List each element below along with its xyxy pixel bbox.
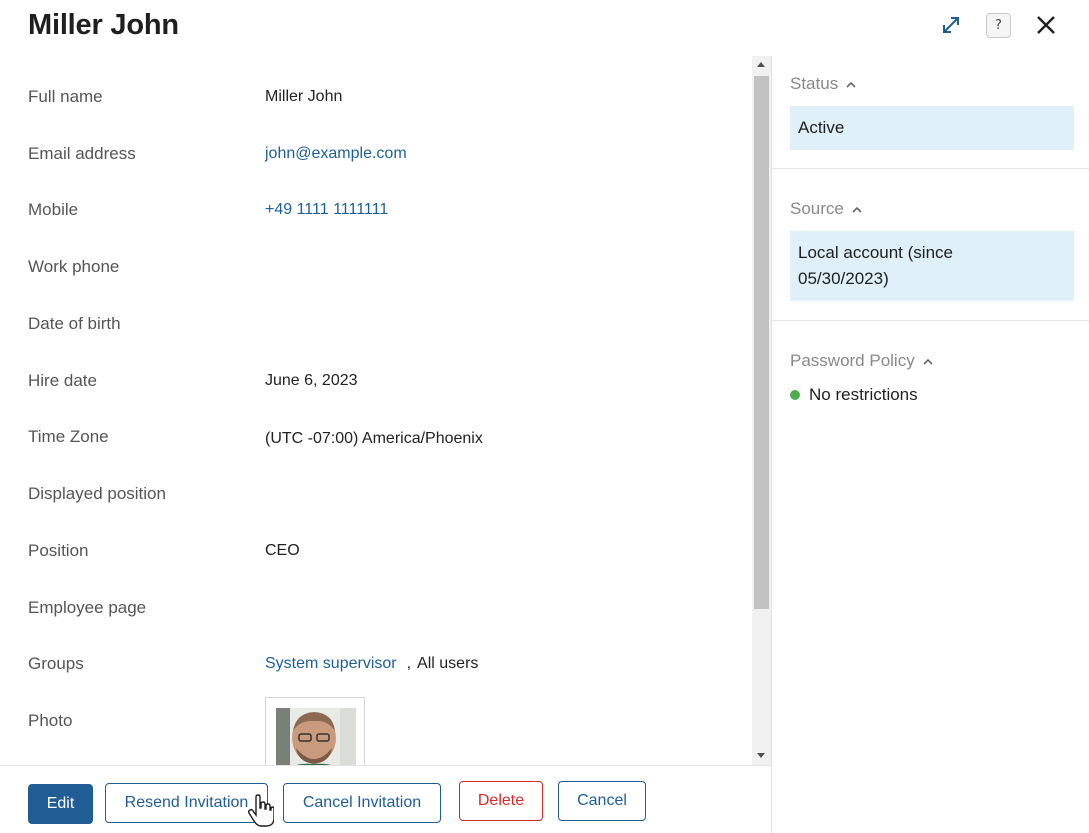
field-label: Employee page [28, 598, 147, 617]
hand-cursor-icon [248, 794, 274, 827]
field-row-time-zone: Time Zone (UTC -07:00) America/Phoenix [28, 425, 728, 453]
field-value-position: CEO [265, 542, 300, 559]
field-row-full-name: Full name Miller John [28, 83, 728, 111]
page-title: Miller John [28, 9, 179, 41]
field-value-hire-date: June 6, 2023 [265, 372, 358, 389]
chevron-up-icon [923, 358, 933, 365]
avatar [276, 708, 356, 766]
status-toggle[interactable]: Status [790, 74, 1074, 94]
field-label: Date of birth [28, 314, 121, 333]
group-all-users: All users [417, 655, 479, 672]
field-row-mobile: Mobile +49 1111 1111111 [28, 196, 728, 224]
mobile-link[interactable]: +49 1111 1111111 [265, 201, 388, 219]
edit-button[interactable]: Edit [28, 784, 93, 824]
field-row-email: Email address john@example.com [28, 140, 728, 168]
password-policy-section: Password Policy No restrictions [790, 351, 1074, 405]
field-row-displayed-position: Displayed position [28, 480, 728, 508]
field-row-hire-date: Hire date June 6, 2023 [28, 367, 728, 395]
expand-icon[interactable] [938, 12, 964, 38]
field-label: Email address [28, 144, 136, 163]
field-label: Full name [28, 87, 103, 106]
scroll-thumb[interactable] [754, 76, 769, 609]
header-actions: ? [938, 12, 1059, 38]
field-value-full-name: Miller John [265, 88, 343, 105]
field-row-work-phone: Work phone [28, 253, 728, 281]
field-row-position: Position CEO [28, 537, 728, 565]
field-label: Time Zone [28, 427, 109, 446]
source-toggle[interactable]: Source [790, 199, 1074, 219]
status-dot-icon [790, 390, 800, 400]
profile-form: Full name Miller John Email address john… [0, 56, 752, 766]
field-label: Work phone [28, 257, 120, 276]
footer-divider [0, 765, 771, 766]
resend-invitation-button[interactable]: Resend Invitation [105, 783, 268, 823]
chevron-up-icon [846, 81, 856, 88]
source-value-box: Local account (since 05/30/2023) [790, 231, 1074, 301]
cancel-invitation-button[interactable]: Cancel Invitation [283, 783, 441, 823]
source-section: Source Local account (since 05/30/2023) [790, 199, 1074, 301]
field-row-photo: Photo [28, 707, 728, 735]
chevron-up-icon [852, 206, 862, 213]
email-link[interactable]: john@example.com [265, 145, 407, 163]
profile-photo[interactable] [265, 697, 365, 766]
group-link-system-supervisor[interactable]: System supervisor [265, 655, 397, 673]
field-row-groups: Groups System supervisor , All users [28, 650, 728, 678]
field-label: Displayed position [28, 484, 166, 503]
help-glyph: ? [995, 17, 1002, 33]
scrollbar[interactable] [752, 56, 771, 766]
group-separator: , [406, 655, 412, 672]
field-label: Hire date [28, 371, 97, 390]
field-row-employee-page: Employee page [28, 594, 728, 622]
field-label: Mobile [28, 200, 79, 219]
scroll-down-arrow-icon[interactable] [757, 753, 765, 758]
field-row-date-of-birth: Date of birth [28, 310, 728, 338]
sidebar-divider [771, 56, 772, 833]
password-policy-heading: Password Policy [790, 351, 915, 370]
close-icon[interactable] [1033, 12, 1059, 38]
status-section: Status Active [790, 74, 1074, 150]
source-heading: Source [790, 199, 844, 218]
status-value: Active [798, 118, 845, 137]
status-heading: Status [790, 74, 839, 93]
cancel-button[interactable]: Cancel [558, 781, 646, 821]
section-divider [772, 168, 1089, 169]
source-value: Local account (since 05/30/2023) [798, 243, 953, 288]
field-value-time-zone: (UTC -07:00) America/Phoenix [265, 430, 483, 447]
password-policy-value: No restrictions [809, 385, 918, 404]
section-divider [772, 320, 1089, 321]
password-policy-status: No restrictions [790, 385, 1074, 405]
field-label: Position [28, 541, 89, 560]
status-value-box: Active [790, 106, 1074, 150]
field-label: Photo [28, 711, 73, 730]
delete-button[interactable]: Delete [459, 781, 543, 821]
help-icon[interactable]: ? [986, 12, 1011, 38]
password-policy-toggle[interactable]: Password Policy [790, 351, 1074, 371]
field-label: Groups [28, 654, 84, 673]
scroll-up-arrow-icon[interactable] [757, 62, 765, 67]
